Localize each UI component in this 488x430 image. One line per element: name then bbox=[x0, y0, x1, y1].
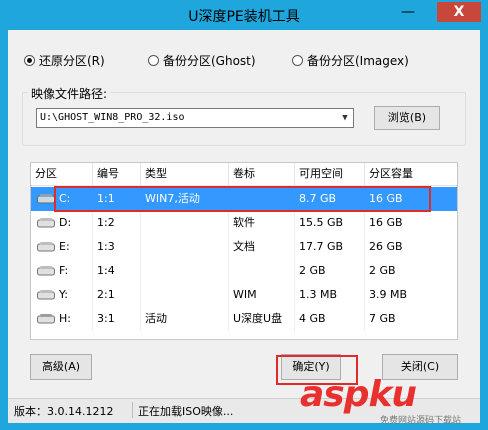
cell-type: 活动 bbox=[141, 307, 229, 331]
cell-free-space: 2 GB bbox=[295, 259, 365, 283]
cell-free-space: 17.7 GB bbox=[295, 235, 365, 259]
cell-label: U深度U盘 bbox=[229, 307, 295, 331]
cell-label: 文档 bbox=[229, 235, 295, 259]
column-header-type[interactable]: 类型 bbox=[141, 163, 229, 185]
cell-capacity: 16 GB bbox=[369, 216, 403, 229]
cell-type bbox=[141, 235, 229, 259]
watermark-logo: aspku bbox=[300, 374, 417, 415]
cell-type bbox=[141, 211, 229, 235]
cell-partition: F: bbox=[31, 259, 93, 283]
cell-capacity: 7 GB bbox=[369, 312, 396, 325]
hard-drive-icon bbox=[37, 194, 55, 204]
table-row[interactable]: E: 1:3 文档 17.7 GB 26 GB bbox=[31, 235, 457, 259]
cell-free-space: 4 GB bbox=[295, 307, 365, 331]
cell-number: 3:1 bbox=[93, 307, 141, 331]
cell-number: 1:2 bbox=[93, 211, 141, 235]
cell-number: 1:3 bbox=[93, 235, 141, 259]
radio-unchecked-icon bbox=[292, 55, 303, 66]
radio-backup-imagex[interactable]: 备份分区(Imagex) bbox=[292, 52, 409, 69]
table-header: 分区 编号 类型 卷标 可用空间 分区容量 bbox=[31, 163, 457, 186]
cell-partition: H: bbox=[31, 307, 93, 331]
cell-partition: E: bbox=[31, 235, 93, 259]
column-header-partition[interactable]: 分区 bbox=[31, 163, 93, 185]
browse-button[interactable]: 浏览(B) bbox=[374, 106, 440, 130]
column-header-number[interactable]: 编号 bbox=[93, 163, 141, 185]
table-row[interactable]: H: 3:1 活动 U深度U盘 4 GB 7 GB bbox=[31, 307, 457, 331]
image-path-label: 映像文件路径: bbox=[28, 85, 111, 102]
radio-label: 备份分区(Ghost) bbox=[163, 54, 256, 68]
advanced-button[interactable]: 高级(A) bbox=[30, 354, 92, 380]
table-row[interactable]: Y: 2:1 WIM 1.3 MB 3.9 MB bbox=[31, 283, 457, 307]
radio-restore-partition[interactable]: 还原分区(R) bbox=[24, 52, 105, 69]
status-message: 正在加载ISO映像... bbox=[138, 405, 234, 418]
radio-label: 备份分区(Imagex) bbox=[307, 54, 409, 68]
status-divider bbox=[132, 402, 133, 418]
cell-capacity: 2 GB bbox=[369, 264, 396, 277]
column-header-label[interactable]: 卷标 bbox=[229, 163, 295, 185]
cell-free-space: 15.5 GB bbox=[295, 211, 365, 235]
cell-type bbox=[141, 283, 229, 307]
cell-number: 2:1 bbox=[93, 283, 141, 307]
main-panel: 还原分区(R) 备份分区(Ghost) 备份分区(Imagex) 映像文件路径:… bbox=[8, 30, 480, 422]
close-window-button[interactable]: X bbox=[437, 2, 481, 22]
radio-unchecked-icon bbox=[148, 55, 159, 66]
selected-row-highlight bbox=[54, 186, 431, 212]
table-row[interactable]: D: 1:2 软件 15.5 GB 16 GB bbox=[31, 211, 457, 235]
cell-number: 1:4 bbox=[93, 259, 141, 283]
cell-free-space: 1.3 MB bbox=[295, 283, 365, 307]
cell-partition: Y: bbox=[31, 283, 93, 307]
cell-partition: D: bbox=[31, 211, 93, 235]
cell-capacity: 3.9 MB bbox=[369, 288, 408, 301]
version-text: 版本：3.0.14.1212 bbox=[14, 405, 114, 418]
chevron-down-icon[interactable]: ▼ bbox=[337, 109, 353, 127]
title-bar: U深度PE装机工具 — X bbox=[0, 0, 488, 30]
image-path-combobox[interactable]: U:\GHOST_WIN8_PRO_32.iso ▼ bbox=[36, 108, 354, 128]
table-row[interactable]: F: 1:4 2 GB 2 GB bbox=[31, 259, 457, 283]
watermark-subtitle: 免费网站源码下载站 bbox=[380, 416, 462, 426]
radio-backup-ghost[interactable]: 备份分区(Ghost) bbox=[148, 52, 256, 69]
image-path-value: U:\GHOST_WIN8_PRO_32.iso bbox=[40, 112, 185, 123]
radio-checked-icon bbox=[24, 55, 35, 66]
cell-label bbox=[229, 259, 295, 283]
cell-type bbox=[141, 259, 229, 283]
cell-label: WIM bbox=[229, 283, 295, 307]
app-window: U深度PE装机工具 — X 还原分区(R) 备份分区(Ghost) 备份分区(I… bbox=[0, 0, 488, 430]
column-header-free-space[interactable]: 可用空间 bbox=[295, 163, 365, 185]
minimize-button[interactable]: — bbox=[395, 2, 421, 22]
cell-label: 软件 bbox=[229, 211, 295, 235]
column-header-capacity[interactable]: 分区容量 bbox=[365, 163, 457, 185]
cell-capacity: 26 GB bbox=[369, 240, 403, 253]
radio-label: 还原分区(R) bbox=[39, 54, 105, 68]
